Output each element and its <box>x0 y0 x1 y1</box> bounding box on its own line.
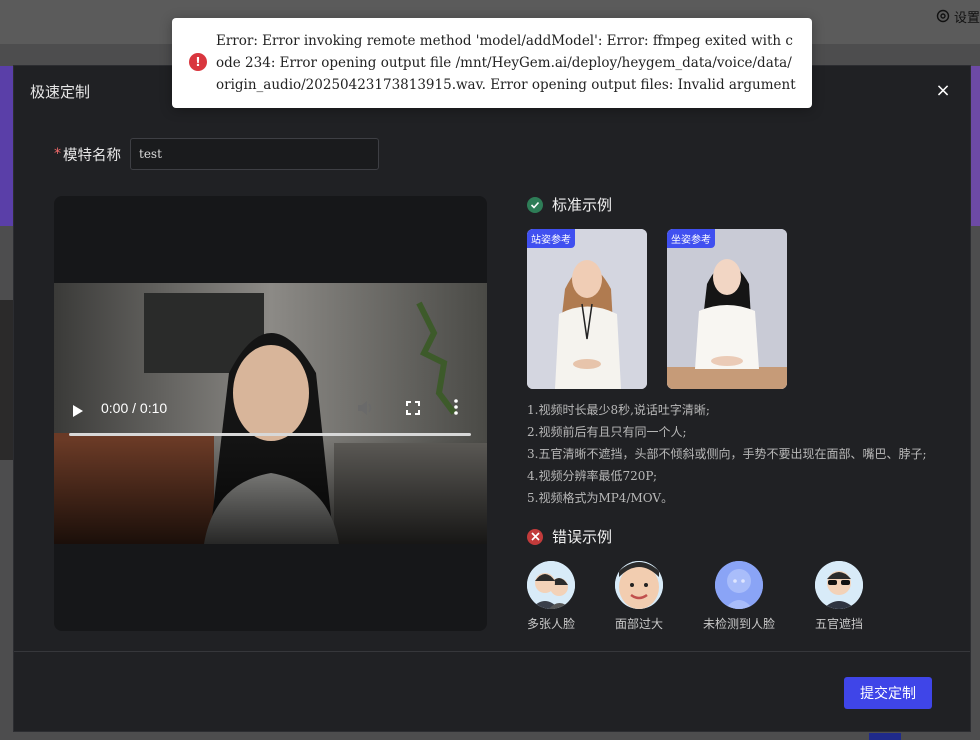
multiple-faces-image <box>527 561 575 609</box>
volume-icon[interactable] <box>357 400 375 420</box>
close-button[interactable]: × <box>934 82 952 100</box>
bad-example-label: 面部过大 <box>615 617 664 631</box>
fullscreen-icon[interactable] <box>405 400 421 420</box>
dialog-title: 极速定制 <box>30 83 91 101</box>
sitting-reference-image: 坐姿参考 <box>667 229 787 389</box>
video-preview: 0:00 / 0:10 <box>54 196 487 631</box>
bad-example-multiple-faces: 多张人脸 <box>527 561 575 632</box>
error-circle-icon <box>527 528 543 545</box>
good-example-title: 标准示例 <box>552 196 613 214</box>
requirement-item: 1.视频时长最少8秒,说话吐字清晰; <box>527 403 710 417</box>
video-progress-bar[interactable] <box>69 433 471 436</box>
requirement-item: 4.视频分辨率最低720P; <box>527 469 658 483</box>
error-icon: ! <box>189 53 207 71</box>
footer-divider <box>14 651 970 652</box>
bad-example-label: 多张人脸 <box>527 617 576 631</box>
requirement-item: 5.视频格式为MP4/MOV。 <box>527 491 674 505</box>
bad-example-label: 五官遮挡 <box>815 617 864 631</box>
play-icon[interactable] <box>72 403 84 422</box>
bad-example-no-face-detected: 未检测到人脸 <box>703 561 775 632</box>
quick-customize-dialog: 极速定制 × * 模特名称 test 0:00 / 0:10 标准示例 站姿参考… <box>13 65 971 732</box>
close-icon: × <box>935 80 951 101</box>
good-example-header: 标准示例 <box>527 194 612 215</box>
face-too-large-image <box>615 561 663 609</box>
sitting-person-image <box>667 229 787 389</box>
standing-reference-tag: 站姿参考 <box>527 229 575 248</box>
requirements-list: 1.视频时长最少8秒,说话吐字清晰; 2.视频前后有且只有同一个人; 3.五官清… <box>527 399 927 509</box>
model-name-label: 模特名称 <box>63 147 121 164</box>
requirement-item: 3.五官清晰不遮挡，头部不倾斜或侧向，手势不要出现在面部、嘴巴、脖子; <box>527 447 927 461</box>
error-toast: ! Error: Error invoking remote method 'm… <box>172 18 812 108</box>
sitting-reference-tag: 坐姿参考 <box>667 229 715 248</box>
bad-example-title: 错误示例 <box>552 528 613 546</box>
more-options-icon[interactable] <box>454 399 458 419</box>
video-time: 0:00 / 0:10 <box>101 400 168 416</box>
standing-reference-image: 站姿参考 <box>527 229 647 389</box>
error-message: Error: Error invoking remote method 'mod… <box>216 33 796 93</box>
required-mark: * <box>54 146 61 162</box>
no-face-image <box>715 561 763 609</box>
features-obscured-image <box>815 561 863 609</box>
submit-button[interactable]: 提交定制 <box>844 677 932 709</box>
bad-example-face-too-large: 面部过大 <box>615 561 663 632</box>
requirement-item: 2.视频前后有且只有同一个人; <box>527 425 687 439</box>
check-circle-icon <box>527 196 543 213</box>
bad-example-header: 错误示例 <box>527 526 612 547</box>
model-name-label-row: * 模特名称 <box>54 138 121 170</box>
model-name-input[interactable] <box>130 138 379 170</box>
bad-example-features-obscured: 五官遮挡 <box>815 561 863 632</box>
bad-example-label: 未检测到人脸 <box>703 617 776 631</box>
standing-person-image <box>527 229 647 389</box>
